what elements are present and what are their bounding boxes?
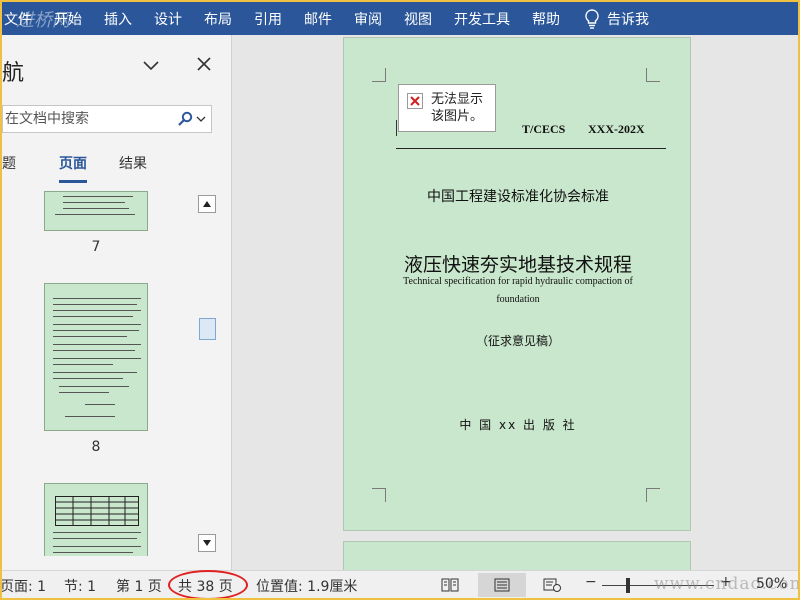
standard-number: XXX-202X: [588, 122, 645, 136]
zoom-level[interactable]: 50%: [756, 576, 787, 592]
thumbnail-table-graphic: [55, 496, 139, 526]
close-icon[interactable]: [196, 56, 212, 72]
crop-mark: [646, 488, 660, 502]
nav-tabs: 标题 页面 结果: [2, 153, 232, 183]
tell-me-search[interactable]: 告诉我: [575, 2, 649, 35]
page-thumbnails: 7 8: [2, 191, 196, 556]
broken-image-placeholder[interactable]: 无法显示 该图片。: [398, 84, 496, 132]
ribbon-menu-bar: 文件 开始 插入 设计 布局 引用 邮件 审阅 视图 开发工具 帮助 告诉我 进…: [2, 2, 798, 35]
menu-file[interactable]: 文件: [2, 2, 43, 35]
chevron-down-icon[interactable]: [142, 57, 160, 75]
publisher: 中 国 xx 出 版 社: [459, 418, 577, 432]
menu-view[interactable]: 视图: [393, 2, 443, 35]
triangle-up-icon: [203, 201, 211, 207]
nav-search-input[interactable]: [3, 111, 173, 127]
document-title-english: Technical specification for rapid hydrau…: [403, 276, 633, 287]
status-section[interactable]: 节: 1: [64, 576, 96, 596]
page-layout-icon: [494, 578, 510, 592]
print-layout-button[interactable]: [478, 573, 526, 597]
menu-developer[interactable]: 开发工具: [443, 2, 521, 35]
document-title: 液压快速夯实地基技术规程: [403, 254, 632, 276]
broken-image-text: 该图片。: [431, 109, 484, 124]
status-page[interactable]: 页面: 1: [2, 576, 46, 596]
document-page[interactable]: 无法显示 该图片。 T/CECS XXX-202X 中国工程建设标准化协会标准 …: [343, 37, 691, 531]
association-name: 中国工程建设标准化协会标准: [427, 189, 609, 205]
thumbnails-scrollbar[interactable]: [196, 191, 218, 556]
scroll-down-button[interactable]: [198, 534, 216, 552]
crop-mark: [646, 68, 660, 82]
standard-code: T/CECS: [522, 122, 566, 136]
header-rule: [396, 148, 666, 149]
menu-review[interactable]: 审阅: [343, 2, 393, 35]
nav-pane-title: 导航: [2, 61, 25, 86]
zoom-slider-track[interactable]: [602, 585, 714, 586]
menu-layout[interactable]: 布局: [193, 2, 243, 35]
triangle-down-icon: [203, 540, 211, 546]
web-layout-button[interactable]: [528, 573, 576, 597]
menu-design[interactable]: 设计: [143, 2, 193, 35]
menu-home[interactable]: 开始: [43, 2, 93, 35]
scrollbar-thumb[interactable]: [199, 318, 216, 340]
page-thumbnail[interactable]: [44, 191, 148, 231]
broken-image-text: 无法显示: [431, 92, 484, 107]
tab-pages[interactable]: 页面: [59, 153, 87, 183]
navigation-pane: 导航 标题 页面 结果: [2, 35, 232, 570]
document-title-english: foundation: [496, 294, 540, 305]
scroll-up-button[interactable]: [198, 195, 216, 213]
menu-mailings[interactable]: 邮件: [293, 2, 343, 35]
draft-note: （征求意见稿）: [475, 334, 560, 348]
status-bar: 页面: 1 节: 1 第 1 页 共 38 页 位置值: 1.9厘米 − + w…: [2, 570, 798, 598]
thumbnail-page-number: 8: [91, 439, 101, 455]
status-page-of[interactable]: 第 1 页: [116, 576, 162, 596]
menu-references[interactable]: 引用: [243, 2, 293, 35]
lightbulb-icon: [585, 8, 599, 29]
read-mode-button[interactable]: [426, 573, 474, 597]
menu-insert[interactable]: 插入: [93, 2, 143, 35]
document-canvas[interactable]: 无法显示 该图片。 T/CECS XXX-202X 中国工程建设标准化协会标准 …: [233, 35, 798, 570]
status-position[interactable]: 位置值: 1.9厘米: [256, 576, 357, 596]
zoom-out-button[interactable]: −: [585, 574, 597, 590]
zoom-in-button[interactable]: +: [720, 574, 732, 590]
tab-headings[interactable]: 标题: [2, 153, 16, 183]
tab-results[interactable]: 结果: [119, 153, 147, 183]
page-thumbnail[interactable]: [44, 483, 148, 556]
nav-search-box: [2, 105, 212, 133]
crop-mark: [372, 68, 386, 82]
search-options-chevron-icon[interactable]: [196, 114, 206, 124]
page-thumbnail[interactable]: [44, 283, 148, 431]
text-cursor: [396, 120, 397, 136]
search-icon[interactable]: [177, 111, 193, 127]
broken-image-icon: [407, 93, 423, 109]
menu-help[interactable]: 帮助: [521, 2, 571, 35]
tell-me-label: 告诉我: [607, 11, 649, 28]
zoom-slider-handle[interactable]: [626, 578, 630, 593]
thumbnail-page-number: 7: [91, 239, 101, 255]
web-layout-icon: [543, 578, 561, 592]
document-page-next[interactable]: [343, 541, 691, 570]
crop-mark: [372, 488, 386, 502]
highlight-circle: [168, 570, 248, 598]
book-icon: [441, 578, 459, 592]
word-window: 文件 开始 插入 设计 布局 引用 邮件 审阅 视图 开发工具 帮助 告诉我 进…: [2, 2, 798, 598]
